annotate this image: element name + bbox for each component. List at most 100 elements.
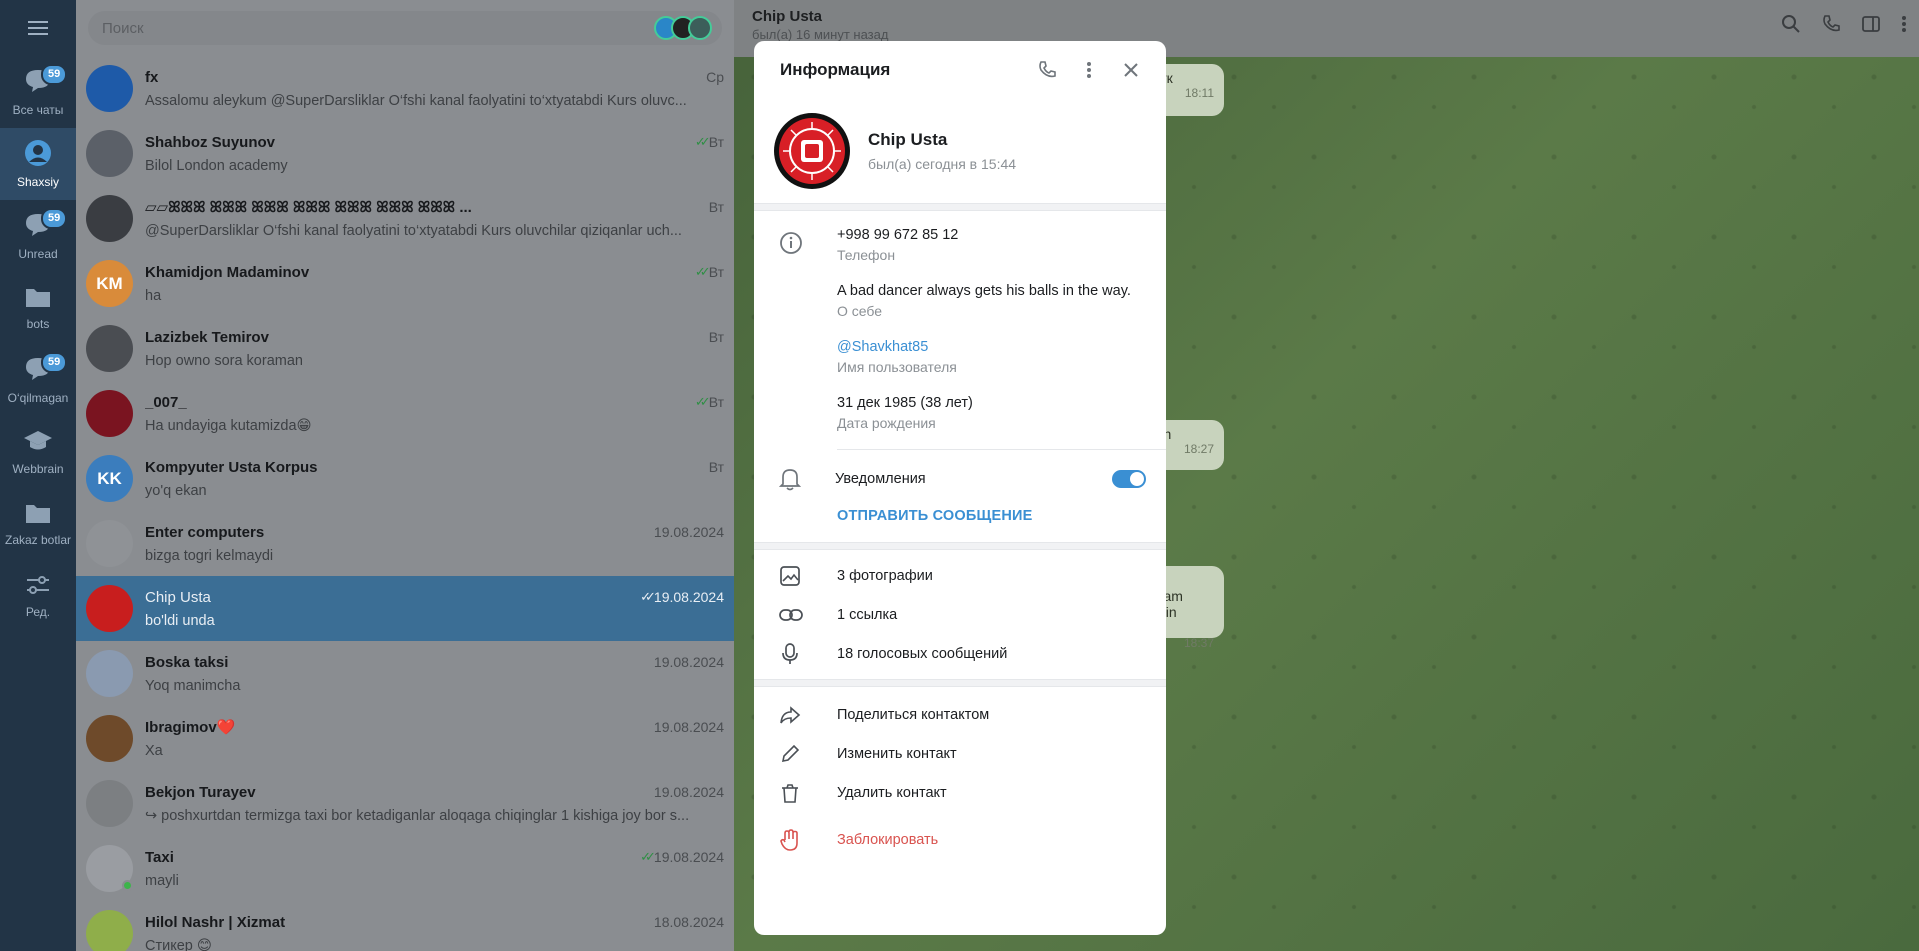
double-check-icon: ✓✓ (640, 849, 656, 864)
chat-time: ✓✓ Вт (695, 394, 724, 410)
folder-label: Все чаты (12, 102, 64, 117)
more-options-button[interactable] (1068, 49, 1110, 91)
chat-list-item[interactable]: fx Ср Assalomu aleykum @SuperDarsliklar O‘… (76, 56, 734, 121)
search-icon[interactable] (1781, 14, 1801, 34)
chat-top-line: Taxi ✓✓ 19.08.2024 (145, 849, 724, 866)
chat-last-message: mayli (145, 872, 179, 889)
chat-list-item[interactable]: Lazizbek Temirov Вт Hop owno sora koraman (76, 316, 734, 381)
avatar (86, 65, 133, 112)
chat-name: Ibragimov❤️ (145, 719, 236, 736)
double-check-icon: ✓✓ (694, 394, 711, 409)
chat-content: Shahboz Suyunov ✓✓ Вт Bilol London academy (145, 134, 724, 174)
folder-label: Webbrain (12, 461, 64, 476)
username-row[interactable]: @Shavkhat85 Имя пользователя (754, 337, 1166, 375)
call-button[interactable] (1026, 49, 1068, 91)
chat-list-item[interactable]: Enter computers 19.08.2024 bizga togri kel… (76, 511, 734, 576)
chat-list-item[interactable]: Shahboz Suyunov ✓✓ Вт Bilol London academy (76, 121, 734, 186)
chat-list-item[interactable]: Ibragimov❤️ 19.08.2024 Xa (76, 706, 734, 771)
chat-top-line: Shahboz Suyunov ✓✓ Вт (145, 134, 724, 151)
chat-name: fx (145, 68, 159, 86)
media-voice-row[interactable]: 18 голосовых сообщений (754, 634, 1166, 673)
bio-row[interactable]: A bad dancer always gets his balls in th… (754, 281, 1166, 319)
chat-time: ✓✓ Вт (695, 134, 724, 150)
close-button[interactable] (1110, 49, 1152, 91)
phone-icon[interactable] (1821, 14, 1841, 34)
block-contact-button[interactable]: Заблокировать (754, 820, 1166, 859)
unread-badge: 59 (41, 352, 68, 373)
notifications-toggle[interactable] (1112, 470, 1146, 488)
chat-name: Hilol Nashr | Xizmat (145, 913, 286, 931)
chat-list-item[interactable]: Taxi ✓✓ 19.08.2024 mayli (76, 836, 734, 901)
phone-row[interactable]: +998 99 672 85 12 Телефон (754, 225, 1166, 263)
folder-все-чаты[interactable]: 59 Все чаты (0, 56, 76, 128)
username-value[interactable]: @Shavkhat85 (837, 337, 1146, 357)
main-menu-button[interactable] (0, 0, 76, 56)
sliders-icon (25, 573, 51, 601)
stories-avatars[interactable] (654, 16, 712, 40)
chat-last-message: bizga togri kelmaydi (145, 547, 274, 564)
folder-rail: 59 Все чаты Shaxsiy 59 Unread bots 59 O‘qilmaga… (0, 0, 76, 951)
search-input[interactable]: Поиск (88, 11, 722, 45)
story-avatar[interactable] (688, 16, 712, 40)
chat-list-item[interactable]: KM Khamidjon Madaminov ✓✓ Вт ha (76, 251, 734, 316)
phone-icon (1039, 61, 1056, 78)
folder-label: Shaxsiy (16, 174, 60, 189)
media-links-label: 1 ссылка (837, 606, 898, 623)
chat-content: Hilol Nashr | Xizmat 18.08.2024 Стикер 😊 (145, 914, 724, 951)
chat-list-item[interactable]: KK Kompyuter Usta Korpus Вт yo'q ekan (76, 446, 734, 511)
chat-top-line: Hilol Nashr | Xizmat 18.08.2024 (145, 914, 724, 931)
folder-label: Unread (18, 246, 58, 261)
chat-content: Lazizbek Temirov Вт Hop owno sora koraman (145, 329, 724, 369)
double-check-icon: ✓✓ (694, 134, 711, 149)
chat-top-line: fx Ср (145, 69, 724, 86)
chat-list-item[interactable]: _007_ ✓✓ Вт Ha undayiga kutamizda😁 (76, 381, 734, 446)
folder-shaxsiy[interactable]: Shaxsiy (0, 128, 76, 200)
folder-label: Ред. (25, 604, 51, 619)
chat-list-item[interactable]: ▱▱ꕤꕤꕤ ꕤꕤꕤ ꕤꕤꕤ ꕤꕤꕤ ꕤꕤꕤ ꕤꕤꕤ ꕤꕤꕤ ... Вт @Supe… (76, 186, 734, 251)
folder-unread[interactable]: 59 Unread (0, 200, 76, 272)
chat-content: Ibragimov❤️ 19.08.2024 Xa (145, 718, 724, 759)
chat-time: 18.08.2024 (654, 914, 724, 930)
chat-last-message: ha (145, 287, 162, 304)
send-message-button[interactable]: ОТПРАВИТЬ СООБЩЕНИЕ (754, 508, 1166, 542)
folder-ред-[interactable]: Ред. (0, 560, 76, 632)
sidebar-toggle-icon[interactable] (1861, 14, 1881, 34)
chat-name: Khamidjon Madaminov (145, 263, 310, 281)
birthday-row[interactable]: 31 дек 1985 (38 лет) Дата рождения (754, 393, 1166, 431)
info-icon (780, 232, 802, 254)
share-icon (780, 705, 801, 724)
avatar[interactable] (774, 113, 850, 189)
chat-last-message: bo'ldi unda (145, 612, 215, 629)
chat-list-item[interactable]: Bekjon Turayev 19.08.2024 ↪ poshxurtdan te… (76, 771, 734, 836)
edit-contact-button[interactable]: Изменить контакт (754, 734, 1166, 773)
search-bar: Поиск (76, 0, 734, 56)
chat-time-text: 19.08.2024 (653, 784, 724, 800)
chat-list-item[interactable]: Boska taksi 19.08.2024 Yoq manimcha (76, 641, 734, 706)
more-vertical-icon[interactable] (1901, 14, 1907, 34)
share-contact-button[interactable]: Поделиться контактом (754, 695, 1166, 734)
chat-time-text: Вт (708, 134, 724, 150)
chat-time: ✓✓ Вт (695, 264, 724, 280)
chat-name: Chip Usta (145, 588, 211, 606)
media-photos-label: 3 фотографии (837, 567, 933, 584)
chat-content: Taxi ✓✓ 19.08.2024 mayli (145, 849, 724, 889)
folder-webbrain[interactable]: Webbrain (0, 416, 76, 488)
chat-last-message: yo'q ekan (145, 482, 207, 499)
chat-name: Enter computers (145, 523, 265, 541)
folder-o‘qilmagan[interactable]: 59 O‘qilmagan (0, 344, 76, 416)
folder-icon (24, 501, 52, 529)
delete-contact-button[interactable]: Удалить контакт (754, 773, 1166, 812)
media-photos-row[interactable]: 3 фотографии (754, 556, 1166, 595)
hamburger-icon (28, 21, 48, 35)
chat-time: Вт (709, 329, 724, 345)
avatar-initials: KK (97, 468, 122, 488)
chat-time-text: Вт (708, 394, 724, 410)
folder-zakaz-botlar[interactable]: Zakaz botlar (0, 488, 76, 560)
chat-list-item[interactable]: Hilol Nashr | Xizmat 18.08.2024 Стикер 😊 (76, 901, 734, 951)
notifications-row[interactable]: Уведомления (754, 450, 1166, 508)
chat-time: ✓✓ 19.08.2024 (640, 589, 724, 605)
media-links-row[interactable]: 1 ссылка (754, 595, 1166, 634)
folder-bots[interactable]: bots (0, 272, 76, 344)
avatar (86, 130, 133, 177)
chat-list-item[interactable]: Chip Usta ✓✓ 19.08.2024 bo'ldi unda (76, 576, 734, 641)
